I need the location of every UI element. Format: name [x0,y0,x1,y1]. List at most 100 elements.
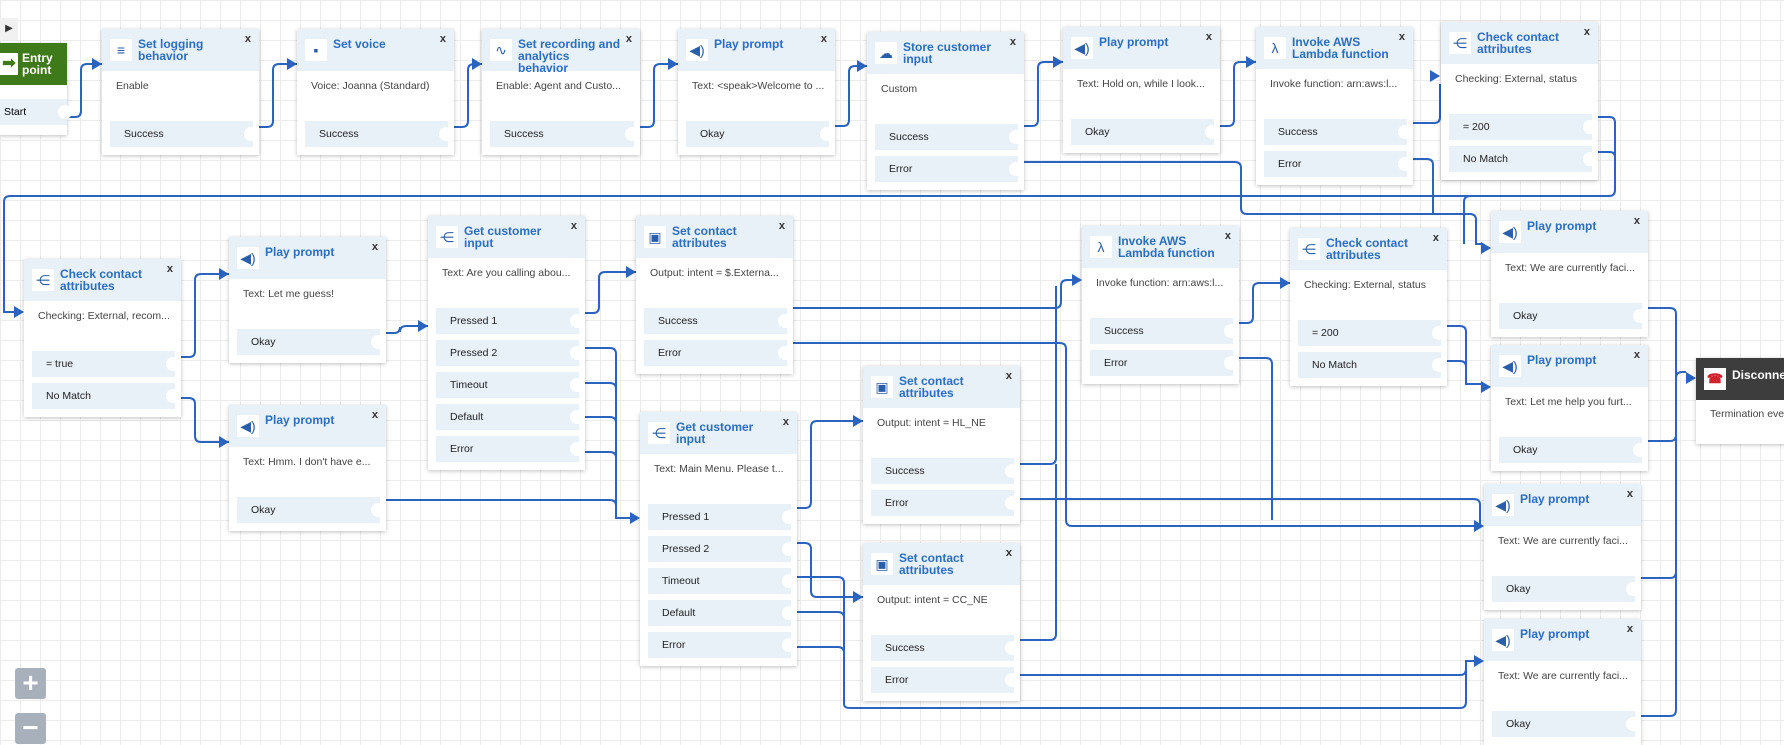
close-icon[interactable]: x [626,33,632,45]
branch-connector[interactable] [1005,673,1019,687]
arrowhead [1481,242,1491,254]
branch-connector[interactable] [570,378,584,392]
branch-connector[interactable] [166,357,180,371]
branch-connector[interactable] [1583,152,1597,166]
branch-connector[interactable] [778,346,792,360]
play-hold-block[interactable]: ◀) Play prompt x Text: Hold on, while I loo… [1063,27,1220,153]
branch-connector[interactable] [1205,125,1219,139]
close-icon[interactable]: x [783,416,789,428]
close-icon[interactable]: x [1627,488,1633,500]
contact-attributes-icon: ▣ [871,553,893,575]
branch-connector[interactable] [1626,717,1640,731]
branch-connector[interactable] [782,574,796,588]
entry-point-block[interactable]: ➡ Entry point Start [0,43,72,135]
branch-success: Success [871,635,1019,661]
close-icon[interactable]: x [1010,36,1016,48]
play-help-block[interactable]: ◀) Play prompt x Text: Let me help you furt… [1491,345,1648,471]
branch-connector[interactable] [1009,162,1023,176]
branch-error: Error [875,156,1023,182]
branch-connector[interactable] [1009,130,1023,144]
branch-connector[interactable] [439,127,453,141]
lambda-2-block[interactable]: λ Invoke AWS Lambda function x Invoke funct… [1082,226,1239,384]
branch-connector[interactable] [1398,125,1412,139]
branch-connector[interactable] [166,389,180,403]
branch-connector[interactable] [782,542,796,556]
close-icon[interactable]: x [245,33,251,45]
play-hmm-block[interactable]: ◀) Play prompt x Text: Hmm. I don't have e.… [229,405,386,531]
play-faci-2-block[interactable]: ◀) Play prompt x Text: We are currently fac… [1484,484,1641,610]
branch-connector[interactable] [1398,157,1412,171]
connection-wire [1239,282,1290,324]
branch-connector[interactable] [58,105,72,119]
close-icon[interactable]: x [167,263,173,275]
play-welcome-block[interactable]: ◀) Play prompt x Text: <speak>Welcome to ..… [678,29,835,155]
get-input-2-block[interactable]: ⋲ Get customer input x Text: Main Menu. Ple… [640,412,797,666]
close-icon[interactable]: x [1006,547,1012,559]
play-faci-3-block[interactable]: ◀) Play prompt x Text: We are currently fac… [1484,619,1641,745]
branch-connector[interactable] [1224,356,1238,370]
close-icon[interactable]: x [372,409,378,421]
branch-connector[interactable] [1432,326,1446,340]
close-icon[interactable]: x [1206,31,1212,43]
set-voice-block[interactable]: ▪ Set voice x Voice: Joanna (Standard) Succe… [297,29,454,155]
branch-connector[interactable] [570,410,584,424]
branch-connector[interactable] [1633,443,1647,457]
get-input-1-block[interactable]: ⋲ Get customer input x Text: Are you callin… [428,216,585,470]
arrowhead [418,320,428,332]
close-icon[interactable]: x [1433,232,1439,244]
branch-connector[interactable] [1224,324,1238,338]
play-faci-1-block[interactable]: ◀) Play prompt x Text: We are currently fac… [1491,211,1648,337]
close-icon[interactable]: x [372,241,378,253]
branch-connector[interactable] [782,638,796,652]
disconnect-block[interactable]: ☎ Disconnect Termination event [1696,358,1784,444]
branch-connector[interactable] [570,314,584,328]
set-logging-block[interactable]: ≡ Set logging behavior x Enable Success [102,29,259,155]
close-icon[interactable]: x [571,220,577,232]
branch-connector[interactable] [1005,641,1019,655]
connection-wire [585,416,617,512]
close-icon[interactable]: x [779,220,785,232]
branch-no-match: No Match [1298,352,1446,378]
panel-toggle-button[interactable]: ▶ [0,18,18,40]
set-recording-block[interactable]: ∿ Set recording and analytics behavior x En… [482,29,640,155]
branch-connector[interactable] [1583,120,1597,134]
set-attr-1-block[interactable]: ▣ Set contact attributes x Output: intent =… [636,216,793,374]
branch-connector[interactable] [371,335,385,349]
zoom-in-button[interactable]: + [15,668,46,699]
branch-connector[interactable] [778,314,792,328]
branch-connector[interactable] [570,442,584,456]
branch-connector[interactable] [782,606,796,620]
set-attr-cc-block[interactable]: ▣ Set contact attributes x Output: intent =… [863,543,1020,701]
branch-connector[interactable] [1633,309,1647,323]
branch-connector[interactable] [244,127,258,141]
zoom-out-button[interactable]: − [15,713,46,744]
close-icon[interactable]: x [1006,370,1012,382]
branch-connector[interactable] [820,127,834,141]
close-icon[interactable]: x [1634,215,1640,227]
close-icon[interactable]: x [1399,31,1405,43]
store-input-block[interactable]: ☁ Store customer input x Custom Success Error [867,32,1024,190]
play-guess-block[interactable]: ◀) Play prompt x Text: Let me guess! Okay [229,237,386,363]
branch-connector[interactable] [371,503,385,517]
check-2-block[interactable]: ⋲ Check contact attributes x Checking: Exte… [24,259,181,417]
close-icon[interactable]: x [1584,26,1590,38]
set-attr-hl-block[interactable]: ▣ Set contact attributes x Output: intent =… [863,366,1020,524]
close-icon[interactable]: x [440,33,446,45]
close-icon[interactable]: x [821,33,827,45]
branch-connector[interactable] [570,346,584,360]
close-icon[interactable]: x [1225,230,1231,242]
close-icon[interactable]: x [1634,349,1640,361]
check-1-block[interactable]: ⋲ Check contact attributes x Checking: Exte… [1441,22,1598,180]
disconnect-desc: Termination event [1710,408,1784,420]
branch-connector[interactable] [625,127,639,141]
lambda-1-block[interactable]: λ Invoke AWS Lambda function x Invoke funct… [1256,27,1413,185]
branch-connector[interactable] [1005,496,1019,510]
arrowhead [1430,70,1440,82]
branch-connector[interactable] [1432,358,1446,372]
branch-connector[interactable] [1005,464,1019,478]
close-icon[interactable]: x [1627,623,1633,635]
branch-connector[interactable] [782,510,796,524]
logging-icon: ≡ [110,39,132,61]
branch-connector[interactable] [1626,582,1640,596]
check-3-block[interactable]: ⋲ Check contact attributes x Checking: Exte… [1290,228,1447,386]
